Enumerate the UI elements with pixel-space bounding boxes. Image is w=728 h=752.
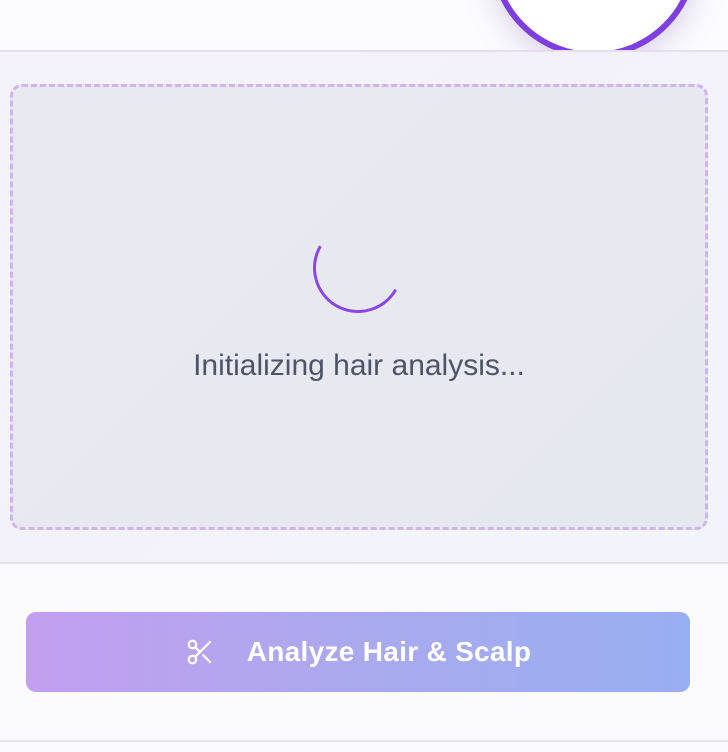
action-section: Analyze Hair & Scalp [0,564,728,740]
analyze-button-label: Analyze Hair & Scalp [246,636,532,667]
bottom-divider [0,740,728,752]
camera-section: Initializing hair analysis... [0,52,728,564]
camera-preview-frame: Initializing hair analysis... [10,84,708,530]
scissors-icon [185,637,215,667]
top-bar [0,0,728,52]
loading-spinner-icon [302,212,414,324]
profile-avatar-ring[interactable] [490,0,698,50]
status-text: Initializing hair analysis... [193,349,525,382]
analyze-hair-scalp-button[interactable]: Analyze Hair & Scalp [26,612,690,692]
